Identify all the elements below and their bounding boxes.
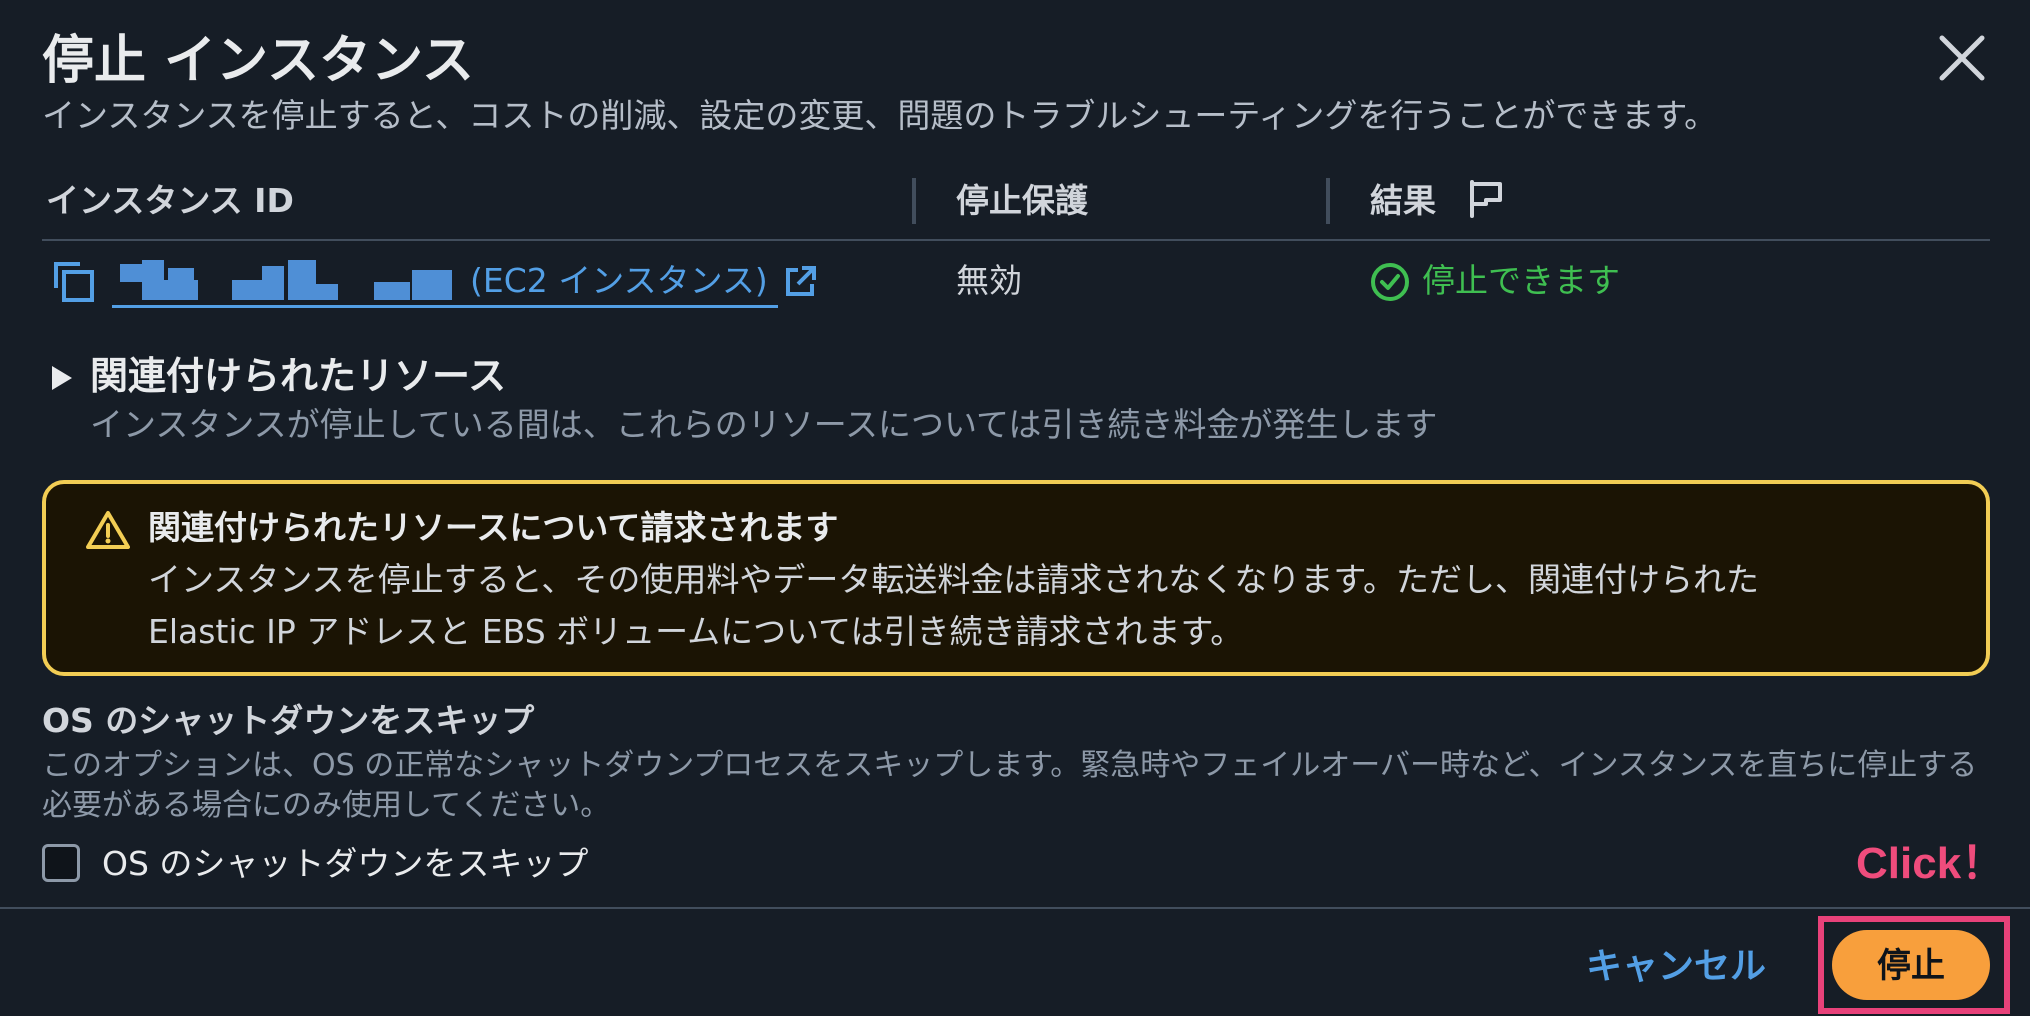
stop-button[interactable]: 停止 (1832, 930, 1990, 1000)
warning-alert: 関連付けられたリソースについて請求されます インスタンスを停止すると、その使用料… (42, 480, 1990, 676)
status-result: 停止できます (1422, 261, 1620, 300)
check-circle-icon (1371, 263, 1409, 301)
stop-instance-dialog: 停止 インスタンス インスタンスを停止すると、コストの削減、設定の変更、問題のト… (0, 0, 2030, 1016)
alert-title: 関連付けられたリソースについて請求されます (148, 508, 839, 547)
dialog-subtitle: インスタンスを停止すると、コストの削減、設定の変更、問題のトラブルシューティング… (42, 96, 1718, 135)
column-header-result: 結果 (1370, 176, 1506, 226)
column-separator (912, 178, 916, 224)
footer-divider (0, 907, 2030, 909)
copy-icon (54, 262, 94, 302)
external-link-button[interactable] (782, 264, 818, 300)
column-header-result-label: 結果 (1370, 181, 1436, 220)
flag-icon (1469, 180, 1502, 218)
caret-right-icon (52, 366, 72, 390)
close-button[interactable] (1934, 30, 1990, 86)
alert-body-line: Elastic IP アドレスと EBS ボリュームについては引き続き請求されま… (148, 612, 1244, 651)
column-separator (1326, 178, 1330, 224)
os-skip-checkbox[interactable] (42, 844, 80, 882)
dialog-title: 停止 インスタンス (42, 31, 475, 91)
os-skip-checkbox-label: OS のシャットダウンをスキップ (102, 844, 589, 883)
alert-body: インスタンスを停止すると、その使用料やデータ転送料金は請求されなくなります。ただ… (148, 554, 1759, 658)
column-header-stop-protection: 停止保護 (956, 181, 1088, 220)
related-resources-description: インスタンスが停止している間は、これらのリソースについては引き続き料金が発生しま… (90, 405, 1438, 444)
cancel-button[interactable]: キャンセル (1586, 938, 1766, 994)
alert-body-line: インスタンスを停止すると、その使用料やデータ転送料金は請求されなくなります。ただ… (148, 560, 1760, 599)
external-link-icon (786, 266, 816, 296)
instance-id-link[interactable]: (EC2 インスタンス) (112, 256, 778, 308)
copy-button[interactable] (50, 258, 98, 306)
warning-icon (86, 511, 130, 549)
table-divider (42, 239, 1990, 241)
instance-link-suffix: (EC2 インスタンス) (470, 261, 768, 300)
stop-protection-value: 無効 (956, 261, 1022, 300)
related-resources-title: 関連付けられたリソース (90, 354, 507, 398)
click-annotation: Click！ (1856, 839, 2006, 888)
close-icon (1939, 35, 1985, 81)
os-skip-description: このオプションは、OS の正常なシャットダウンプロセスをスキップします。緊急時や… (42, 748, 1978, 823)
os-skip-title: OS のシャットダウンをスキップ (42, 701, 535, 740)
column-header-instance-id: インスタンス ID (46, 181, 294, 220)
masked-instance-id (112, 260, 460, 300)
